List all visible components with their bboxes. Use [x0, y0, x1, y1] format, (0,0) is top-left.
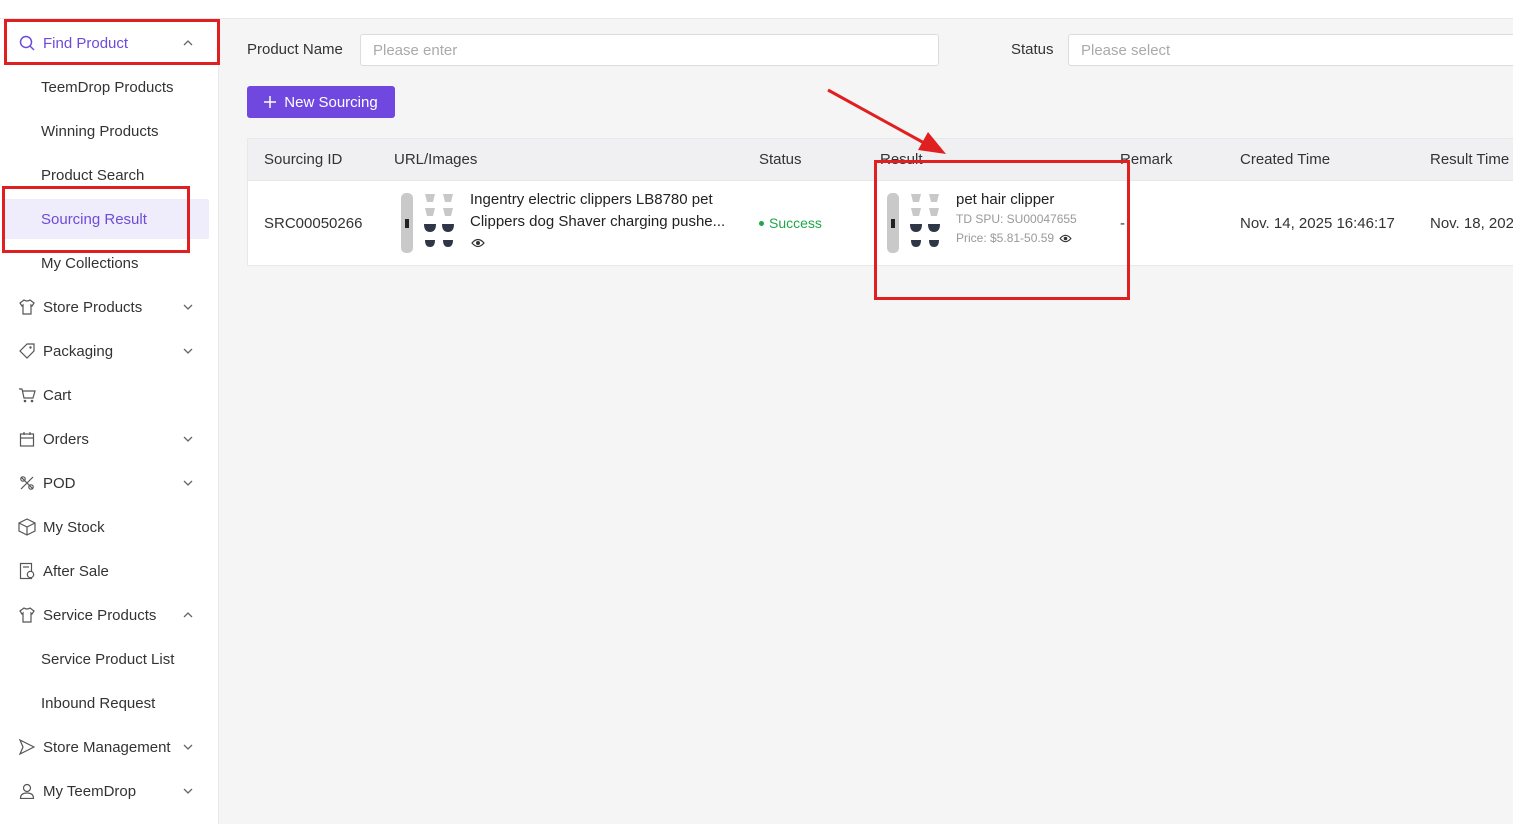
pod-icon — [18, 474, 36, 492]
nav-after-sale[interactable]: After Sale — [4, 551, 209, 591]
status-label: Status — [1011, 41, 1054, 58]
logo-icon — [20, 0, 52, 6]
nav-packaging-label: Packaging — [43, 342, 114, 360]
new-sourcing-label: New Sourcing — [284, 93, 378, 111]
result-price: Price: $5.81-50.59 — [956, 231, 1072, 245]
nav-sourcing-result[interactable]: Sourcing Result — [4, 199, 209, 239]
result-spu: TD SPU: SU00047655 — [956, 212, 1077, 226]
nav-store-management[interactable]: Store Management — [4, 727, 209, 767]
nav-after-sale-label: After Sale — [43, 562, 109, 580]
th-sourcing-id: Sourcing ID — [264, 151, 343, 168]
nav-store-management-label: Store Management — [43, 738, 171, 756]
status-text: Success — [769, 215, 822, 231]
created-time: Nov. 14, 2025 16:46:17 — [1240, 215, 1395, 232]
chevron-down-icon — [183, 436, 193, 442]
chevron-up-icon — [183, 612, 193, 618]
result-price-text: Price: $5.81-50.59 — [956, 231, 1055, 245]
chevron-down-icon — [183, 304, 193, 310]
nav-teemdrop-products[interactable]: TeemDrop Products — [4, 67, 209, 107]
remark: - — [1120, 215, 1125, 232]
status-badge: Success — [759, 215, 822, 231]
shirt-icon — [18, 606, 36, 624]
nav-find-product[interactable]: Find Product — [4, 23, 209, 63]
nav-store-products-label: Store Products — [43, 298, 143, 316]
tag-icon — [18, 342, 36, 360]
product-name-label: Product Name — [247, 41, 343, 58]
nav-find-product-label: Find Product — [43, 34, 129, 52]
box-icon — [18, 518, 36, 536]
nav-store-products[interactable]: Store Products — [4, 287, 209, 327]
nav-winning-products[interactable]: Winning Products — [4, 111, 209, 151]
nav-pod[interactable]: POD — [4, 463, 209, 503]
sourcing-id[interactable]: SRC00050266 — [264, 215, 362, 232]
nav-orders-label: Orders — [43, 430, 89, 448]
result-time: Nov. 18, 202 — [1430, 215, 1513, 232]
th-created-time: Created Time — [1240, 151, 1331, 168]
chevron-down-icon — [183, 480, 193, 486]
product-name-input[interactable]: Please enter — [360, 34, 939, 66]
result-thumbnail[interactable] — [884, 192, 942, 254]
nav-packaging[interactable]: Packaging — [4, 331, 209, 371]
nav-service-products[interactable]: Service Products — [4, 595, 209, 635]
nav-service-products-label: Service Products — [43, 606, 157, 624]
eye-icon[interactable] — [1059, 234, 1072, 243]
calendar-icon — [18, 430, 36, 448]
table-header: Sourcing ID URL/Images Status Result Rem… — [248, 139, 1513, 181]
product-thumbnail[interactable] — [398, 192, 456, 254]
nav-my-collections[interactable]: My Collections — [4, 243, 209, 283]
nav-service-product-list[interactable]: Service Product List — [4, 639, 209, 679]
th-result: Result — [880, 151, 923, 168]
th-url-images: URL/Images — [394, 151, 478, 168]
new-sourcing-button[interactable]: New Sourcing — [247, 86, 395, 118]
th-status: Status — [759, 151, 802, 168]
user-icon — [18, 782, 36, 800]
result-name[interactable]: pet hair clipper — [956, 191, 1054, 208]
top-header — [0, 0, 1513, 19]
nav-my-teemdrop-label: My TeemDrop — [43, 782, 137, 800]
annotation-arrow — [827, 88, 946, 154]
nav-cart-label: Cart — [43, 386, 72, 404]
status-dot — [759, 220, 764, 226]
sidebar: Find Product TeemDrop Products Winning P… — [0, 19, 219, 824]
send-icon — [18, 738, 36, 756]
plus-icon — [264, 96, 277, 108]
chevron-down-icon — [183, 744, 193, 750]
shirt-icon — [18, 298, 36, 316]
after-sale-icon — [18, 562, 36, 580]
eye-icon[interactable] — [471, 238, 485, 248]
nav-inbound-request[interactable]: Inbound Request — [4, 683, 209, 723]
search-icon — [18, 34, 36, 52]
status-select[interactable]: Please select — [1068, 34, 1513, 66]
nav-orders[interactable]: Orders — [4, 419, 209, 459]
nav-product-search[interactable]: Product Search — [4, 155, 209, 195]
chevron-down-icon — [183, 348, 193, 354]
chevron-down-icon — [183, 788, 193, 794]
sourcing-table: Sourcing ID URL/Images Status Result Rem… — [247, 138, 1513, 266]
nav-my-teemdrop[interactable]: My TeemDrop — [4, 771, 209, 811]
th-remark: Remark — [1120, 151, 1173, 168]
th-result-time: Result Time — [1430, 151, 1510, 168]
cart-icon — [18, 386, 36, 404]
nav-cart[interactable]: Cart — [4, 375, 209, 415]
product-title[interactable]: Ingentry electric clippers LB8780 pet Cl… — [470, 189, 735, 233]
nav-my-stock-label: My Stock — [43, 518, 105, 536]
nav-my-stock[interactable]: My Stock — [4, 507, 209, 547]
nav-pod-label: POD — [43, 474, 76, 492]
chevron-up-icon — [183, 40, 193, 46]
